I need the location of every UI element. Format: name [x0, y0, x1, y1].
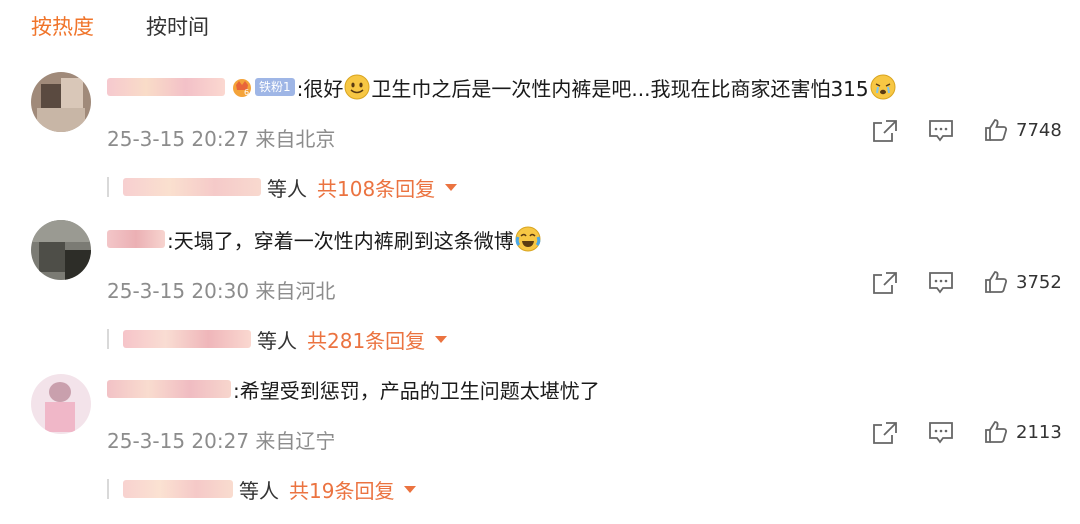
reply-users-blurred[interactable] [123, 178, 261, 196]
tab-by-popularity[interactable]: 按热度 [31, 11, 94, 41]
reply-divider [107, 329, 109, 349]
like-count: 7748 [1016, 119, 1062, 141]
caret-down-icon[interactable] [445, 183, 458, 191]
avatar[interactable] [31, 220, 91, 280]
comment-text-2: 卫生巾之后是一次性内裤是吧...我现在比商家还害怕315 [371, 76, 869, 101]
like-icon [984, 420, 1008, 444]
like-count: 3752 [1016, 271, 1062, 293]
reply-users-blurred[interactable] [123, 480, 233, 498]
fan-badge: 铁粉1 [255, 78, 295, 96]
like-button[interactable]: 2113 [984, 420, 1062, 444]
crown-icon: 6 [231, 76, 253, 98]
caret-down-icon[interactable] [404, 485, 417, 493]
username-blurred[interactable] [107, 230, 165, 248]
laugh-cry-emoji-icon [515, 226, 541, 252]
comment-meta: 25-3-15 20:30 来自河北 [107, 279, 336, 303]
comment-item: :希望受到惩罚，产品的卫生问题太堪忧了 25-3-15 20:27 来自辽宁 2… [0, 374, 1080, 524]
like-icon [984, 270, 1008, 294]
share-icon[interactable] [872, 421, 898, 445]
comment-icon[interactable] [928, 421, 954, 445]
comment-text: :希望受到惩罚，产品的卫生问题太堪忧了 [233, 378, 600, 403]
comment-text: :很好 [296, 76, 344, 101]
reply-count-link[interactable]: 共281条回复 [307, 325, 425, 354]
sort-tabs: 按热度 按时间 [31, 8, 261, 44]
reply-summary: 等人 共281条回复 [107, 324, 448, 354]
reply-others-label: 等人 [257, 328, 297, 353]
caret-down-icon[interactable] [435, 335, 448, 343]
comment-icon[interactable] [928, 119, 954, 143]
tab-by-time[interactable]: 按时间 [146, 11, 209, 41]
reply-others-label: 等人 [239, 478, 279, 503]
cry-emoji-icon [870, 74, 896, 100]
share-icon[interactable] [872, 271, 898, 295]
like-count: 2113 [1016, 421, 1062, 443]
like-icon [984, 118, 1008, 142]
reply-summary: 等人 共108条回复 [107, 172, 458, 202]
reply-divider [107, 479, 109, 499]
comment-text: :天塌了，穿着一次性内裤刷到这条微博 [167, 228, 514, 253]
smile-emoji-icon [344, 74, 370, 100]
comment-item: :天塌了，穿着一次性内裤刷到这条微博 25-3-15 20:30 来自河北 37… [0, 220, 1080, 374]
like-button[interactable]: 7748 [984, 118, 1062, 142]
svg-text:6: 6 [244, 88, 249, 97]
username-blurred[interactable] [107, 78, 225, 96]
comment-icon[interactable] [928, 271, 954, 295]
reply-divider [107, 177, 109, 197]
like-button[interactable]: 3752 [984, 270, 1062, 294]
reply-count-link[interactable]: 共108条回复 [317, 173, 435, 202]
username-blurred[interactable] [107, 380, 231, 398]
avatar[interactable] [31, 374, 91, 434]
comment-meta: 25-3-15 20:27 来自辽宁 [107, 429, 336, 453]
reply-others-label: 等人 [267, 176, 307, 201]
reply-summary: 等人 共19条回复 [107, 474, 417, 504]
comment-item: 6 铁粉1 :很好 卫生巾之后是一次性内裤是吧...我现在比商家还害怕315 2… [0, 72, 1080, 222]
avatar[interactable] [31, 72, 91, 132]
share-icon[interactable] [872, 119, 898, 143]
comment-meta: 25-3-15 20:27 来自北京 [107, 127, 336, 151]
reply-users-blurred[interactable] [123, 330, 251, 348]
reply-count-link[interactable]: 共19条回复 [289, 475, 394, 504]
